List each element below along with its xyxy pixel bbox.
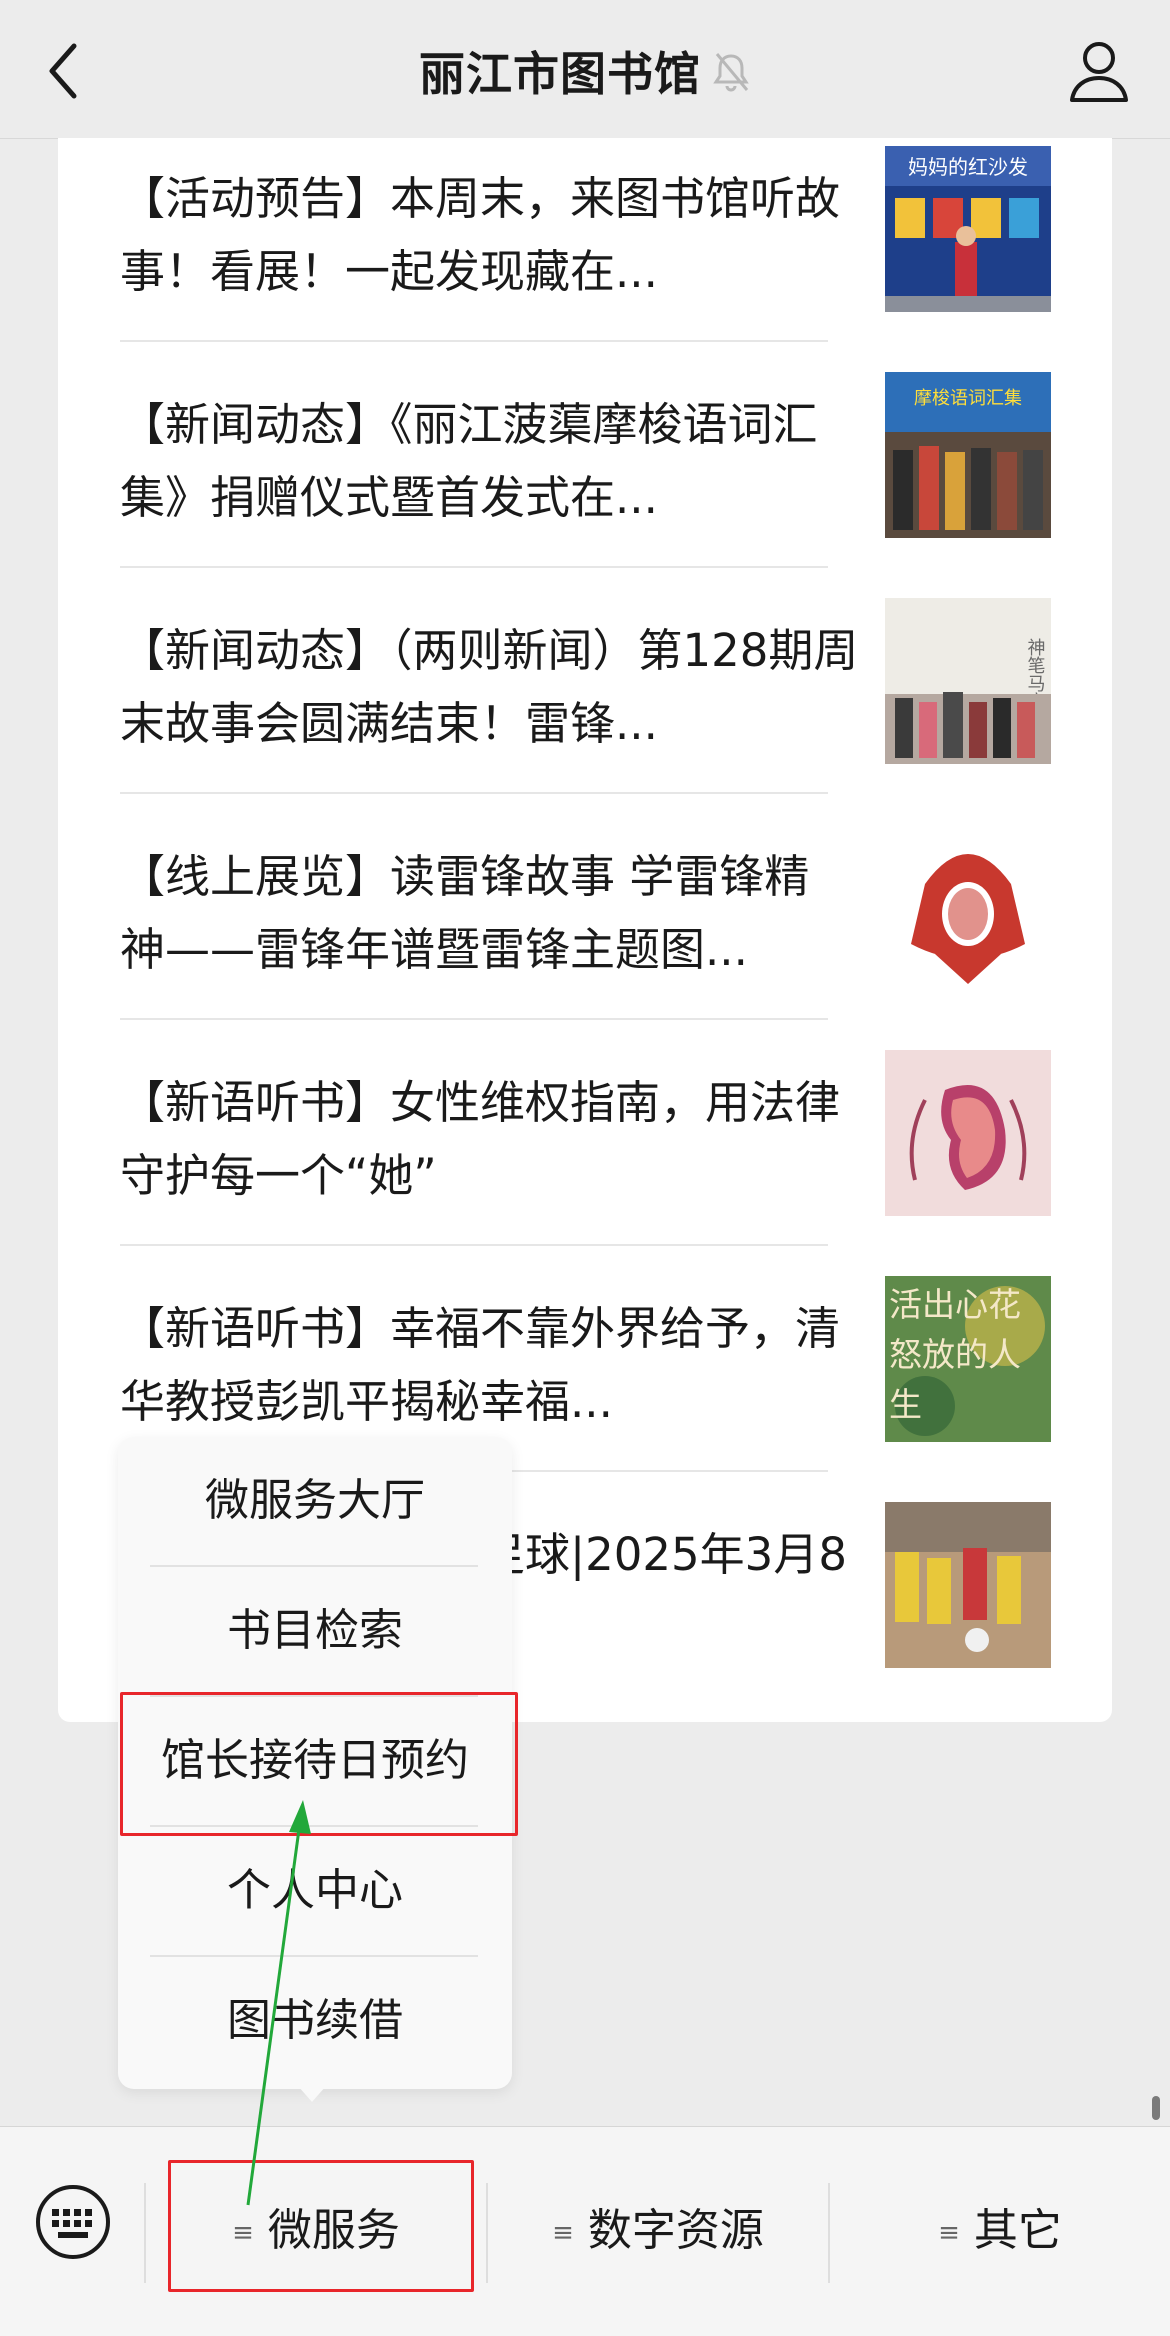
article-title: 【线上展览】读雷锋故事 学雷锋精神——雷锋年谱暨雷锋主题图... — [120, 850, 810, 976]
menu-lines-icon: ≡ — [552, 2218, 574, 2248]
article-title: 【新语听书】幸福不靠外界给予，清华教授彭凯平揭秘幸福... — [120, 1302, 841, 1428]
tab-label: 其它 — [973, 2205, 1062, 2256]
highlight-box-tab — [168, 2160, 474, 2292]
nav-header: 丽江市图书馆 — [0, 0, 1170, 139]
article-thumbnail — [885, 824, 1051, 990]
article-thumbnail: 活出心花怒放的人生 — [885, 1276, 1051, 1442]
keyboard-icon — [36, 2185, 110, 2259]
article-thumbnail: 妈妈的红沙发 — [885, 146, 1051, 312]
article-title: 【新闻动态】（两则新闻）第128期周末故事会圆满结束！雷锋... — [120, 624, 859, 750]
mute-bell-icon — [711, 50, 751, 105]
tab-others[interactable]: ≡ 其它 — [830, 2167, 1170, 2295]
thumbnail-caption: 摩梭语词汇集 — [914, 388, 1022, 409]
user-icon — [1070, 42, 1128, 102]
menu-item-book-renewal[interactable]: 图书续借 — [118, 1957, 512, 2085]
article-thumbnail: 神笔马良 — [885, 598, 1051, 764]
title-wrap: 丽江市图书馆 — [0, 38, 1170, 105]
article-title: 【新闻动态】《丽江菠蕖摩梭语词汇集》捐赠仪式暨首发式在... — [120, 398, 818, 524]
list-divider — [120, 792, 828, 794]
list-divider — [120, 1244, 828, 1246]
list-divider — [120, 340, 828, 342]
article-thumbnail: 摩梭语词汇集 — [885, 372, 1051, 538]
highlight-box-menu-item — [120, 1692, 518, 1836]
list-divider — [120, 1018, 828, 1020]
article-thumbnail — [885, 1050, 1051, 1216]
scrollbar-thumb[interactable] — [1152, 2096, 1160, 2120]
profile-button[interactable] — [1064, 36, 1134, 106]
tab-digital-resources[interactable]: ≡ 数字资源 — [488, 2167, 828, 2295]
list-divider — [120, 566, 828, 568]
menu-lines-icon: ≡ — [938, 2218, 960, 2248]
menu-item-service-hall[interactable]: 微服务大厅 — [118, 1437, 512, 1565]
article-title: 【活动预告】本周末，来图书馆听故事！看展！一起发现藏在... — [120, 172, 841, 298]
thumbnail-caption: 妈妈的红沙发 — [908, 155, 1028, 179]
article-thumbnail — [885, 1502, 1051, 1668]
thumbnail-caption: 活出心花怒放的人生 — [889, 1285, 1021, 1424]
page-title: 丽江市图书馆 — [419, 47, 701, 101]
article-title: 【新语听书】女性维权指南，用法律守护每一个“她” — [120, 1076, 841, 1202]
menu-item-personal-center[interactable]: 个人中心 — [118, 1827, 512, 1955]
tab-label: 数字资源 — [587, 2205, 764, 2256]
keyboard-toggle-button[interactable] — [34, 2183, 112, 2261]
popup-pointer — [298, 2086, 326, 2102]
menu-item-catalog-search[interactable]: 书目检索 — [118, 1567, 512, 1695]
